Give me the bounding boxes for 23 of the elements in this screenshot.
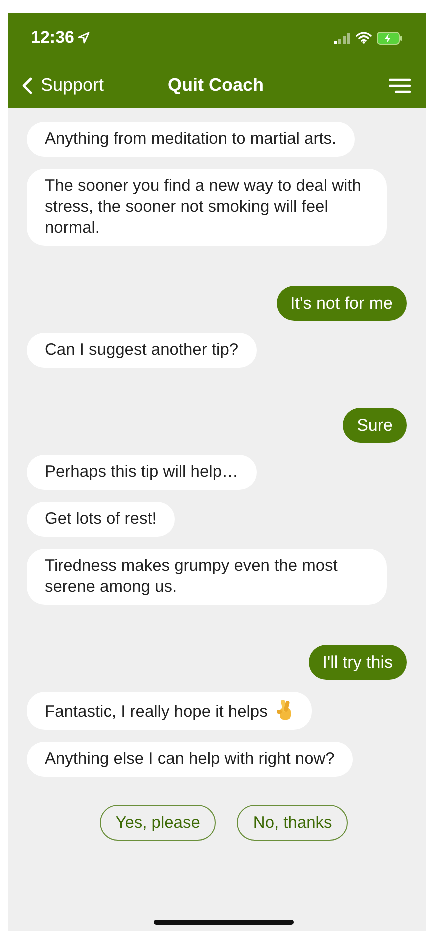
received-message: Get lots of rest! xyxy=(27,502,175,537)
received-message: Perhaps this tip will help… xyxy=(27,455,257,490)
quick-reply-button[interactable]: Yes, please xyxy=(100,805,216,841)
received-message: Anything else I can help with right now? xyxy=(27,742,353,777)
back-button[interactable]: Support xyxy=(22,72,104,99)
battery-charging-icon xyxy=(377,32,403,44)
location-arrow-icon xyxy=(78,32,90,44)
received-message: Anything from meditation to martial arts. xyxy=(27,122,355,157)
menu-icon xyxy=(389,78,411,94)
sent-message: Sure xyxy=(343,408,407,443)
crossed-fingers-icon xyxy=(276,699,294,721)
chevron-left-icon xyxy=(22,76,33,94)
sent-message: It's not for me xyxy=(276,286,407,321)
wifi-icon xyxy=(356,32,372,44)
status-time: 12:36 xyxy=(31,27,74,50)
received-message: The sooner you find a new way to deal with stress, the sooner not smoking will feel normal. xyxy=(27,169,387,246)
received-message: Fantastic, I really hope it helps xyxy=(27,692,312,730)
nav-title: Quit Coach xyxy=(168,74,264,97)
signal-icon xyxy=(334,32,351,44)
received-message: Tiredness makes grumpy even the most serene among us. xyxy=(27,549,387,605)
received-message: Can I suggest another tip? xyxy=(27,333,257,368)
quick-reply-button[interactable]: No, thanks xyxy=(237,805,348,841)
sent-message: I'll try this xyxy=(308,645,407,680)
